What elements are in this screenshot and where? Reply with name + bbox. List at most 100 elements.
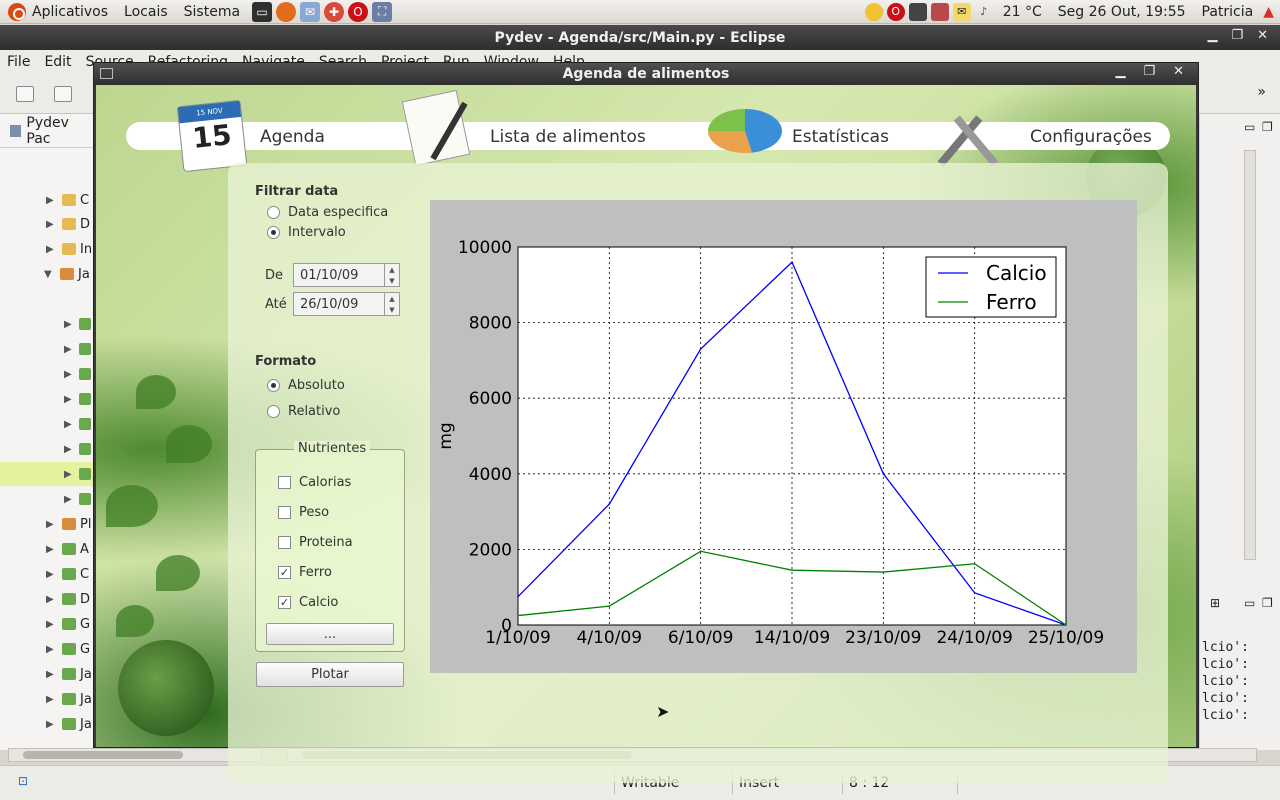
volume-icon[interactable]: ♪: [975, 3, 993, 21]
nutrients-group: Nutrientes Calorias Peso Proteina ✓ Ferr…: [255, 441, 405, 652]
screenshot-icon[interactable]: ⛶: [372, 1, 393, 22]
maximize-console-icon[interactable]: ❐: [1262, 596, 1273, 610]
x-tick-label: 23/10/09: [845, 628, 921, 648]
radio-specific-date[interactable]: Data especifica: [267, 205, 388, 220]
radio-button[interactable]: [267, 405, 280, 418]
checkbox-ferro[interactable]: ✓ Ferro: [278, 565, 332, 580]
radio-button-selected[interactable]: [267, 226, 280, 239]
tree-item-selected[interactable]: ▶: [0, 462, 95, 486]
minimize-icon[interactable]: ▁: [1207, 28, 1217, 43]
more-nutrients-button[interactable]: ...: [266, 623, 394, 645]
close-icon[interactable]: ✕: [1173, 64, 1184, 79]
from-date-spinner[interactable]: ▲ ▼: [384, 263, 400, 287]
leaf-decoration: [156, 555, 200, 591]
checkbox[interactable]: [278, 506, 291, 519]
tree-item[interactable]: ▶ A: [0, 537, 95, 561]
package-explorer: Pydev Pac ▶ C ▶ D ▶ In ▼ Ja ▶ ▶ ▶ ▶ ▶ ▶ ▶ ▶ …: [0, 114, 95, 750]
save-icon[interactable]: [54, 86, 72, 102]
explorer-horizontal-scrollbar[interactable]: [8, 748, 262, 762]
radio-button-selected[interactable]: [267, 379, 280, 392]
tree-item[interactable]: [0, 287, 95, 311]
checkbox[interactable]: [278, 536, 291, 549]
nav-item-food-list[interactable]: Lista de alimentos: [401, 89, 662, 167]
tree-item[interactable]: ▶: [0, 412, 95, 436]
tree-item[interactable]: ▶ G: [0, 612, 95, 636]
tree-item[interactable]: ▶ Ja: [0, 687, 95, 711]
applications-menu[interactable]: Aplicativos: [0, 2, 116, 21]
user-menu[interactable]: Patricia: [1196, 4, 1260, 20]
tree-item[interactable]: ▶ Ja: [0, 662, 95, 686]
package-explorer-icon: [10, 124, 22, 137]
tree-item[interactable]: ▶: [0, 362, 95, 386]
minimize-console-icon[interactable]: ▭: [1244, 596, 1255, 610]
weather-label[interactable]: 21 °C: [997, 4, 1048, 20]
package-explorer-tab[interactable]: Pydev Pac: [0, 114, 94, 148]
tree-item[interactable]: ▶ In: [0, 237, 95, 261]
nav-agenda-label: Agenda: [260, 127, 325, 147]
tree-item[interactable]: ▶ D: [0, 587, 95, 611]
clock-label[interactable]: Seg 26 Out, 19:55: [1052, 4, 1192, 20]
menu-edit[interactable]: Edit: [37, 54, 78, 70]
help-icon[interactable]: ✚: [324, 1, 345, 22]
opera-tray-icon[interactable]: O: [886, 2, 905, 21]
tree-item[interactable]: ▶ C: [0, 562, 95, 586]
checkbox-checked[interactable]: ✓: [278, 566, 291, 579]
network-icon[interactable]: [908, 2, 927, 21]
more-toolbar-icon[interactable]: »: [1257, 84, 1266, 100]
maximize-view-icon[interactable]: ❐: [1262, 120, 1273, 134]
tree-item[interactable]: ▶ Ja: [0, 712, 95, 736]
tree-item[interactable]: ▶: [0, 487, 95, 511]
mail-icon[interactable]: ✉: [300, 1, 321, 22]
messages-icon[interactable]: ✉: [952, 2, 971, 21]
y-tick-label: 6000: [469, 389, 512, 409]
minimize-icon[interactable]: ▁: [1115, 64, 1125, 79]
system-menu[interactable]: Sistema: [176, 4, 248, 20]
checkbox-checked[interactable]: ✓: [278, 596, 291, 609]
close-icon[interactable]: ✕: [1257, 28, 1268, 43]
minimize-view-icon[interactable]: ▭: [1244, 120, 1255, 134]
radio-relative[interactable]: Relativo: [267, 404, 340, 419]
battery-icon[interactable]: [930, 2, 949, 21]
to-date-input[interactable]: 26/10/09 ▲ ▼: [293, 292, 400, 316]
console-toolbar-icon[interactable]: ⊞: [1210, 596, 1220, 610]
agenda-window-title: Agenda de alimentos: [562, 66, 730, 82]
restore-icon[interactable]: ❐: [1231, 28, 1243, 43]
tree-item[interactable]: ▶ G: [0, 637, 95, 661]
radio-absolute[interactable]: Absoluto: [267, 378, 345, 393]
checkbox-calorias[interactable]: Calorias: [278, 475, 351, 490]
data-point-ferro: [517, 614, 519, 617]
console-line: lcio':: [1202, 657, 1249, 672]
maximize-icon[interactable]: ❐: [1143, 64, 1155, 79]
new-task-icon[interactable]: ⊡: [18, 774, 28, 788]
tree-item[interactable]: ▶: [0, 437, 95, 461]
checkbox[interactable]: [278, 476, 291, 489]
new-icon[interactable]: [16, 86, 34, 102]
plot-button[interactable]: Plotar: [256, 662, 404, 687]
tree-item[interactable]: ▼ Ja: [0, 262, 95, 286]
radio-button[interactable]: [267, 206, 280, 219]
warning-icon[interactable]: ▲: [1263, 4, 1274, 20]
radio-interval[interactable]: Intervalo: [267, 225, 346, 240]
firefox-icon[interactable]: [276, 1, 297, 22]
menu-file[interactable]: File: [0, 54, 37, 70]
places-menu[interactable]: Locais: [116, 4, 176, 20]
tree-item-label: D: [80, 216, 91, 232]
to-date-spinner[interactable]: ▲ ▼: [384, 292, 400, 316]
tree-item[interactable]: ▶: [0, 312, 95, 336]
tree-item[interactable]: ▶ Pl: [0, 512, 95, 536]
from-date-row: De 01/10/09 ▲ ▼: [265, 263, 400, 287]
checkbox-proteina[interactable]: Proteina: [278, 535, 353, 550]
window-menu-icon[interactable]: [100, 68, 113, 79]
from-date-label: De: [265, 267, 284, 283]
terminal-icon[interactable]: ▭: [252, 1, 273, 22]
checkbox-calcio[interactable]: ✓ Calcio: [278, 595, 338, 610]
opera-icon[interactable]: O: [348, 1, 369, 22]
tree-item[interactable]: ▶ D: [0, 212, 95, 236]
checkbox-peso[interactable]: Peso: [278, 505, 329, 520]
tree-item[interactable]: ▶: [0, 337, 95, 361]
tree-item[interactable]: ▶ C: [0, 188, 95, 212]
from-date-input[interactable]: 01/10/09 ▲ ▼: [293, 263, 400, 287]
smiley-icon[interactable]: [864, 2, 883, 21]
tree-item[interactable]: ▶: [0, 387, 95, 411]
vertical-scrollbar[interactable]: [1244, 150, 1256, 560]
